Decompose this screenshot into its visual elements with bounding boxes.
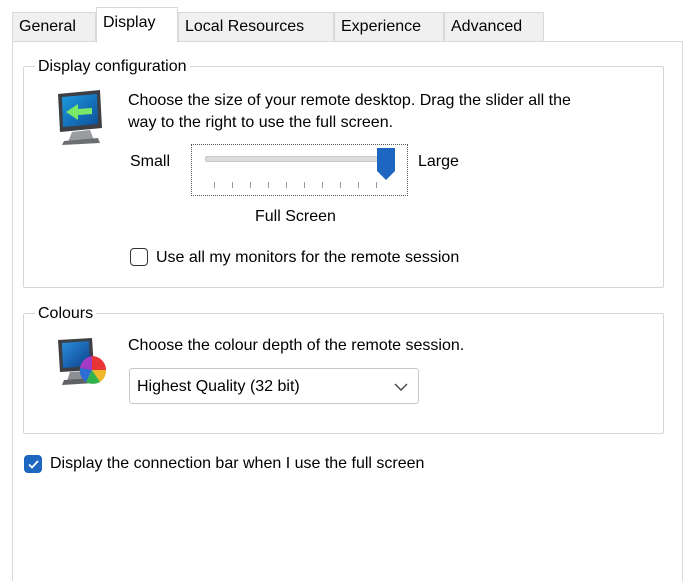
- slider-tick: [268, 182, 269, 188]
- slider-tick: [304, 182, 305, 188]
- slider-large-label: Large: [418, 153, 459, 170]
- slider-small-label: Small: [130, 153, 171, 170]
- connection-bar-label: Display the connection bar when I use th…: [50, 455, 425, 472]
- slider-tick: [250, 182, 251, 188]
- slider-tick: [214, 182, 215, 188]
- check-icon: [27, 459, 39, 469]
- slider-track: [205, 156, 393, 162]
- tab-display[interactable]: Display: [96, 7, 178, 43]
- slider-tick: [340, 182, 341, 188]
- use-all-monitors-checkbox[interactable]: [130, 248, 148, 266]
- slider-value-label: Full Screen: [255, 208, 336, 225]
- tab-local-resources[interactable]: Local Resources: [178, 12, 334, 41]
- slider-thumb[interactable]: [376, 147, 396, 181]
- colour-palette-monitor-icon: [58, 338, 107, 385]
- display-size-slider[interactable]: [191, 144, 408, 196]
- tab-experience[interactable]: Experience: [334, 12, 444, 41]
- connection-bar-checkbox[interactable]: [24, 455, 42, 473]
- slider-tick: [376, 182, 377, 188]
- colour-depth-select[interactable]: Highest Quality (32 bit): [129, 368, 419, 404]
- chevron-down-icon: [394, 383, 408, 391]
- colour-depth-selected-value: Highest Quality (32 bit): [137, 378, 300, 395]
- slider-tick: [232, 182, 233, 188]
- display-size-description-line2: way to the right to use the full screen.: [128, 114, 394, 131]
- use-all-monitors-label: Use all my monitors for the remote sessi…: [156, 249, 460, 266]
- tab-advanced[interactable]: Advanced: [444, 12, 544, 41]
- slider-tick: [358, 182, 359, 188]
- monitor-icon: [58, 90, 102, 145]
- slider-tick: [322, 182, 323, 188]
- tab-general[interactable]: General: [12, 12, 96, 41]
- tab-strip: General Display Local Resources Experien…: [12, 6, 682, 43]
- colours-title: Colours: [35, 304, 97, 324]
- slider-tick: [286, 182, 287, 188]
- display-size-description-line1: Choose the size of your remote desktop. …: [128, 92, 571, 109]
- display-configuration-title: Display configuration: [35, 57, 190, 77]
- colour-depth-description: Choose the colour depth of the remote se…: [128, 337, 465, 354]
